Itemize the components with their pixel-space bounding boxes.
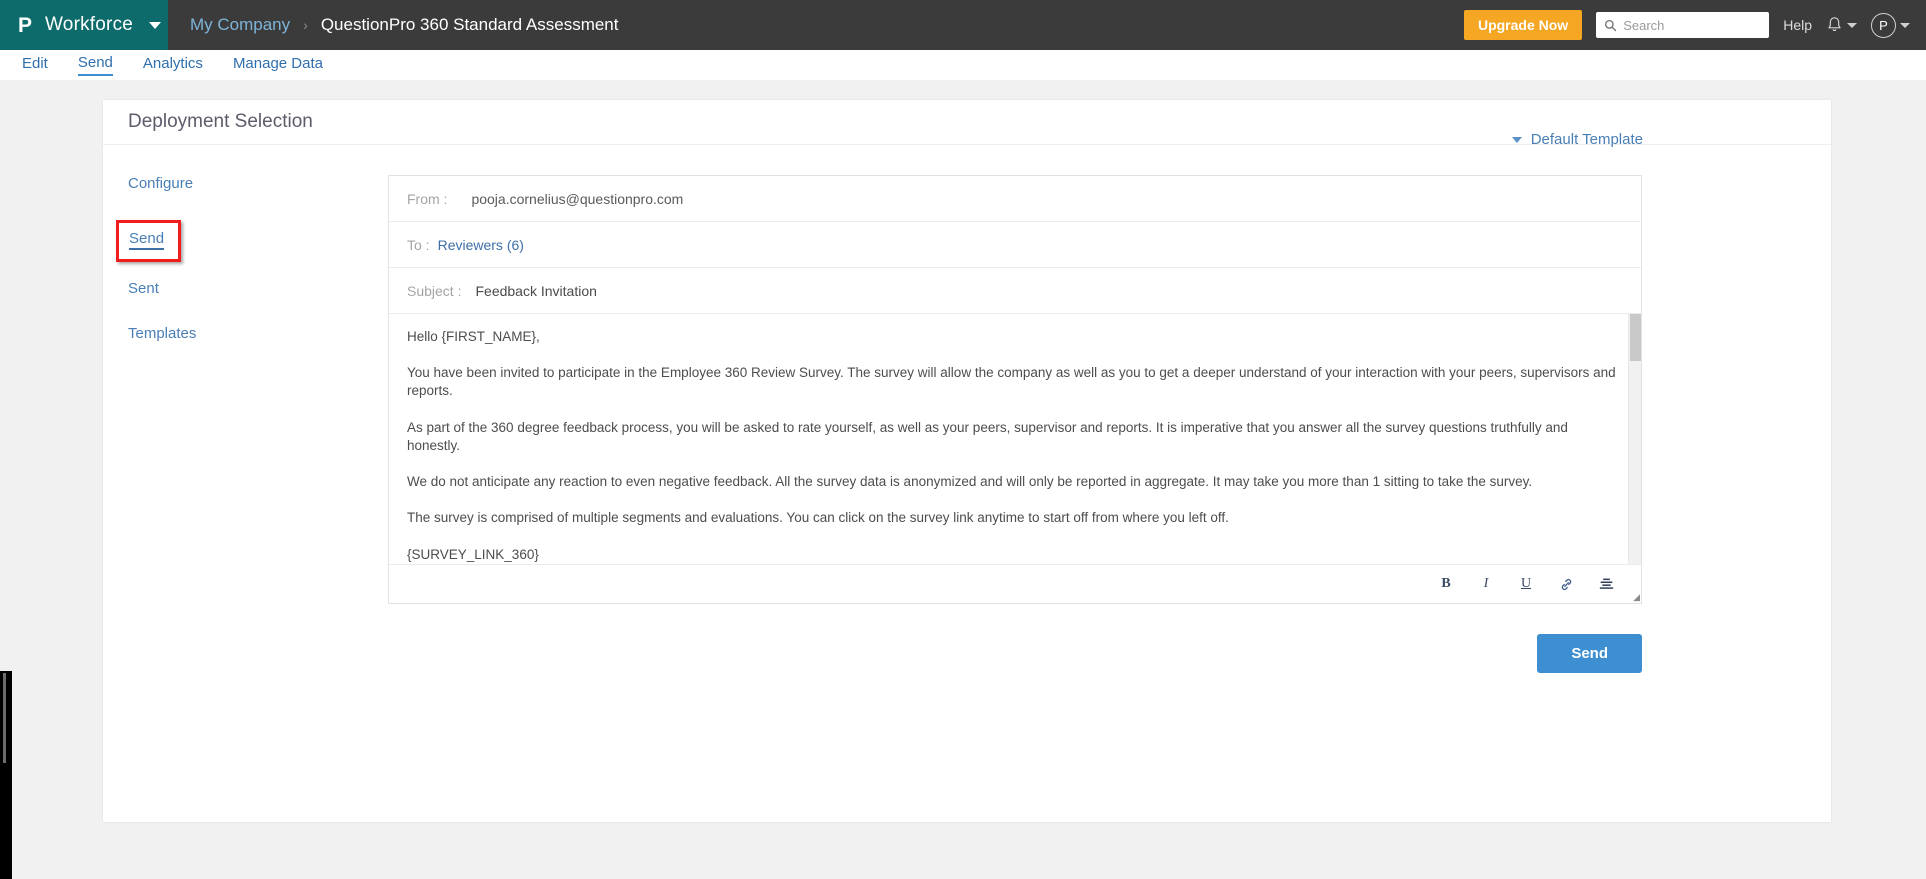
from-field-row: From : pooja.cornelius@questionpro.com [389,176,1641,222]
sidebar-item-send[interactable]: Send [129,230,165,250]
body-paragraph: Hello {FIRST_NAME}, [407,329,540,344]
sidenav-row-send-highlighted: Send [116,220,182,262]
user-menu[interactable]: P [1871,12,1910,38]
search-input[interactable] [1623,17,1762,33]
subject-value[interactable]: Feedback Invitation [475,283,596,299]
body-paragraph: {SURVEY_LINK_360} [407,546,539,562]
body-paragraph: You have been invited to participate in … [407,365,1616,399]
left-edge-bar [0,671,12,879]
body-paragraph: The survey is comprised of multiple segm… [407,510,1229,526]
tab-send[interactable]: Send [77,54,113,76]
help-link[interactable]: Help [1783,17,1812,33]
tab-manage-data[interactable]: Manage Data [233,55,323,75]
brand-name-label: Workforce [45,14,134,35]
deployment-sidenav: Configure Send Sent Templates [103,165,388,821]
to-field-row[interactable]: To : Reviewers (6) [389,222,1641,268]
email-composer: Default Template From : pooja.cornelius@… [388,131,1831,821]
page-body: Deployment Selection Configure Send Sent… [0,80,1926,879]
brand-menu[interactable]: P Workforce [0,0,168,50]
link-icon [1561,578,1571,590]
sidebar-item-templates[interactable]: Templates [128,325,196,342]
template-selector-label: Default Template [1530,131,1643,148]
editor-toolbar: B I U ◢ [389,565,1641,603]
editor-scrollbar-thumb[interactable] [1630,314,1641,361]
search-box[interactable] [1596,12,1770,38]
avatar: P [1871,12,1896,38]
send-button[interactable]: Send [1537,634,1642,673]
link-button[interactable] [1557,575,1575,593]
send-action-row: Send [388,634,1642,673]
chevron-down-icon [149,21,162,29]
card-body: Configure Send Sent Templates Default Te… [103,131,1831,821]
tab-edit[interactable]: Edit [22,55,48,75]
subject-label: Subject : [407,282,462,299]
top-bar: P Workforce My Company › QuestionPro 360… [0,0,1926,50]
italic-button[interactable]: I [1477,575,1495,593]
search-icon [1605,19,1617,31]
email-body-editor[interactable]: Hello {FIRST_NAME}, You have been invite… [389,314,1641,565]
chevron-down-icon [1900,22,1910,28]
chevron-down-icon [1847,22,1857,28]
to-label: To : [407,236,430,253]
bold-button[interactable]: B [1437,575,1455,593]
editor-resize-handle[interactable]: ◢ [1630,592,1640,602]
page-title: Deployment Selection [128,111,313,132]
mail-fields: From : pooja.cornelius@questionpro.com T… [388,175,1642,604]
sidenav-row-templates: Templates [128,325,388,370]
from-value: pooja.cornelius@questionpro.com [471,190,684,207]
breadcrumb: My Company › QuestionPro 360 Standard As… [168,0,619,50]
body-paragraph: As part of the 360 degree feedback proce… [407,419,1568,453]
sidebar-item-configure[interactable]: Configure [128,175,193,192]
sidenav-row-sent: Sent [128,280,388,325]
subject-field-row[interactable]: Subject : Feedback Invitation [389,268,1641,314]
notifications-button[interactable] [1826,16,1857,34]
breadcrumb-separator-icon: › [303,17,308,33]
body-paragraph: We do not anticipate any reaction to eve… [407,474,1533,490]
align-button[interactable] [1597,575,1615,593]
sub-navigation: Edit Send Analytics Manage Data [0,50,1926,80]
bell-icon [1828,17,1841,32]
tab-analytics[interactable]: Analytics [143,55,203,75]
sidenav-row-configure: Configure [128,175,388,220]
align-center-icon [1599,578,1613,589]
top-bar-actions: Upgrade Now Help P [1463,0,1926,50]
sidebar-item-sent[interactable]: Sent [128,280,159,297]
to-recipients-link[interactable]: Reviewers (6) [438,237,524,253]
upgrade-now-button[interactable]: Upgrade Now [1463,10,1583,40]
underline-button[interactable]: U [1517,575,1535,593]
deployment-selection-card: Deployment Selection Configure Send Sent… [103,100,1831,822]
editor-scrollbar[interactable] [1628,314,1641,564]
breadcrumb-company-link[interactable]: My Company [190,15,290,35]
from-label: From : [407,190,448,207]
questionpro-logo-icon: P [18,13,32,37]
chevron-down-icon [1511,136,1522,143]
template-selector[interactable]: Default Template [1511,131,1643,148]
breadcrumb-current-page: QuestionPro 360 Standard Assessment [320,15,619,34]
